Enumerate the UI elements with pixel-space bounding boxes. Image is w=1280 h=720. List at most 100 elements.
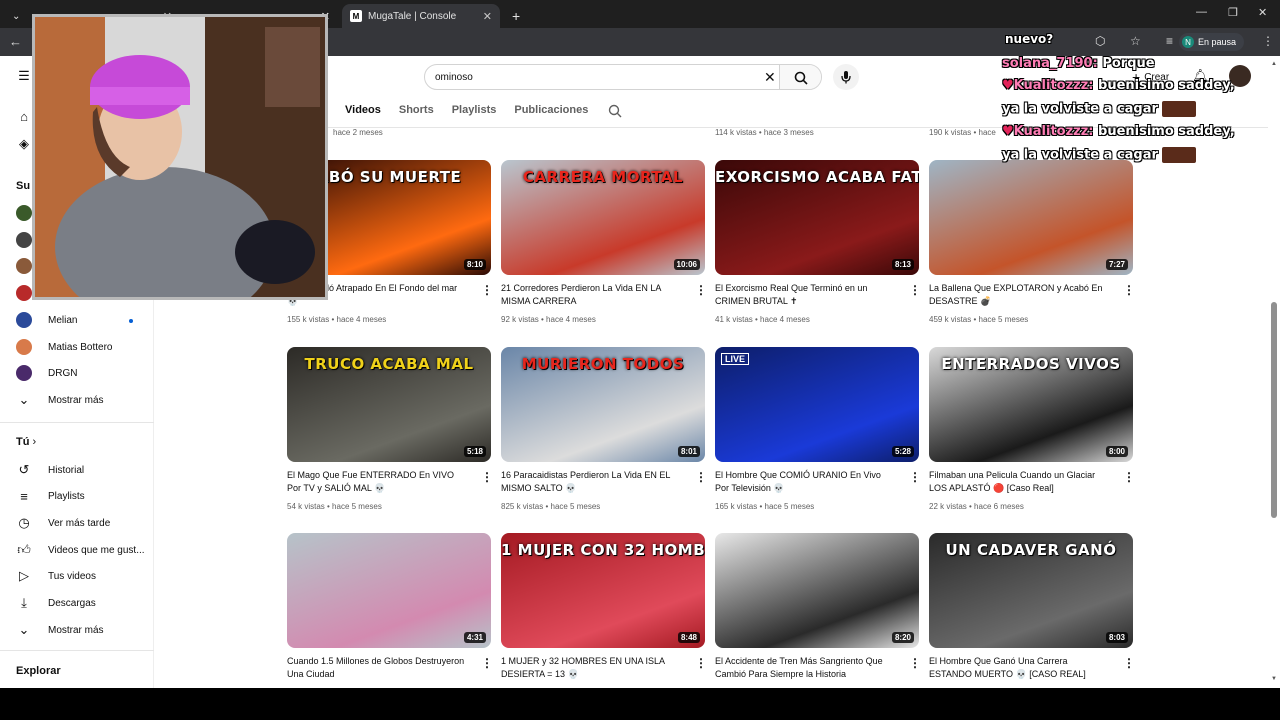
- video-card[interactable]: 8:20 El Accidente de Tren Más Sangriento …: [715, 533, 921, 688]
- more-actions-icon[interactable]: ⋮: [909, 470, 921, 484]
- sidebar-sub-drgn[interactable]: DRGN: [16, 363, 77, 383]
- tab-list-button[interactable]: ⌄: [4, 4, 20, 28]
- tab-posts[interactable]: Publicaciones: [514, 104, 588, 124]
- sidebar-item-liked-videos[interactable]: 👍︎ Videos que me gust...: [16, 540, 144, 560]
- more-actions-icon[interactable]: ⋮: [1123, 283, 1135, 297]
- scroll-up-icon[interactable]: ▲: [1271, 61, 1277, 67]
- new-tab-button[interactable]: +: [504, 4, 520, 28]
- video-title[interactable]: El Accidente de Tren Más Sangriento Que …: [715, 655, 895, 681]
- more-actions-icon[interactable]: ⋮: [1123, 470, 1135, 484]
- video-card[interactable]: 4:31 Cuando 1.5 Millones de Globos Destru…: [287, 533, 493, 688]
- video-thumbnail[interactable]: ENTERRADOS VIVOS 8:00: [929, 347, 1133, 462]
- chat-message: ya la volviste a cagar: [1002, 101, 1197, 117]
- video-thumbnail[interactable]: 4:31: [287, 533, 491, 648]
- sidebar-item-playlists[interactable]: ≡ Playlists: [16, 486, 84, 506]
- minimize-icon[interactable]: —: [1196, 6, 1207, 18]
- tab-shorts[interactable]: Shorts: [399, 104, 434, 124]
- thumbnail-overlay-text: 1 MUJER CON 32 HOMBRES: [501, 541, 705, 559]
- chat-message: ♥Kualitozzz: buenisimo saddey,: [1002, 78, 1235, 93]
- profile-paused-button[interactable]: N En pausa: [1178, 33, 1244, 51]
- video-thumbnail[interactable]: MURIERON TODOS 8:01: [501, 347, 705, 462]
- maximize-icon[interactable]: ❐: [1228, 6, 1238, 19]
- voice-search-button[interactable]: [833, 64, 859, 90]
- more-actions-icon[interactable]: ⋮: [695, 470, 707, 484]
- video-thumbnail[interactable]: UN CADAVER GANÓ 8:03: [929, 533, 1133, 648]
- video-title[interactable]: El Mago Que Fue ENTERRADO En VIVO Por TV…: [287, 469, 467, 495]
- close-icon[interactable]: ✕: [483, 10, 492, 23]
- sidebar-sub-avatar[interactable]: [16, 256, 32, 276]
- search-input[interactable]: [425, 65, 745, 89]
- video-thumbnail[interactable]: CARRERA MORTAL 10:06: [501, 160, 705, 275]
- more-actions-icon[interactable]: ⋮: [695, 656, 707, 670]
- back-arrow-icon[interactable]: ←: [9, 34, 22, 49]
- sidebar-sub-matias-bottero[interactable]: Matias Bottero: [16, 337, 112, 357]
- video-card[interactable]: ENTERRADOS VIVOS 8:00 Filmaban una Pelicul…: [929, 347, 1135, 517]
- video-thumbnail[interactable]: TRUCO ACABA MAL 5:18: [287, 347, 491, 462]
- page-scrollbar[interactable]: ▲ ▼: [1268, 56, 1280, 688]
- video-thumbnail[interactable]: EXORCISMO ACABA FATAL 8:13: [715, 160, 919, 275]
- media-control-icon[interactable]: ≡: [1166, 34, 1173, 48]
- bookmark-star-icon[interactable]: ☆: [1130, 34, 1141, 48]
- hamburger-menu-icon[interactable]: ☰: [16, 66, 32, 86]
- video-card[interactable]: 1 MUJER CON 32 HOMBRES 8:48 1 MUJER y 32 H…: [501, 533, 707, 688]
- more-actions-icon[interactable]: ⋮: [481, 283, 493, 297]
- sidebar-sub-avatar[interactable]: [16, 230, 32, 250]
- more-actions-icon[interactable]: ⋮: [695, 283, 707, 297]
- sidebar-item-downloads[interactable]: ⤓ Descargas: [16, 593, 96, 613]
- more-actions-icon[interactable]: ⋮: [909, 283, 921, 297]
- sidebar-sub-melian[interactable]: Melian: [16, 310, 77, 330]
- subscriptions-heading[interactable]: Su: [16, 180, 30, 192]
- more-actions-icon[interactable]: ⋮: [481, 470, 493, 484]
- extension-icon[interactable]: ⬡: [1095, 34, 1105, 48]
- you-heading[interactable]: Tú ›: [16, 436, 36, 448]
- more-actions-icon[interactable]: ⋮: [909, 656, 921, 670]
- video-card[interactable]: 7:27 La Ballena Que EXPLOTARON y Acabó En…: [929, 160, 1135, 330]
- tab-playlists[interactable]: Playlists: [452, 104, 497, 124]
- scrollbar-thumb[interactable]: [1271, 302, 1277, 518]
- search-icon: [794, 71, 808, 85]
- video-title[interactable]: 21 Corredores Perdieron La Vida EN LA MI…: [501, 282, 681, 308]
- video-card[interactable]: MURIERON TODOS 8:01 16 Paracaidistas Perdi…: [501, 347, 707, 517]
- video-title[interactable]: El Exorcismo Real Que Terminó en un CRIM…: [715, 282, 895, 308]
- more-actions-icon[interactable]: ⋮: [481, 656, 493, 670]
- video-thumbnail[interactable]: 7:27: [929, 160, 1133, 275]
- show-more-you[interactable]: ⌄ Mostrar más: [16, 620, 104, 640]
- video-card[interactable]: LIVE 5:28 El Hombre Que COMIÓ URANIO En Vi…: [715, 347, 921, 517]
- video-title[interactable]: La Ballena Que EXPLOTARON y Acabó En DES…: [929, 282, 1109, 308]
- video-thumbnail[interactable]: 1 MUJER CON 32 HOMBRES 8:48: [501, 533, 705, 648]
- video-meta: 54 k vistas • hace 5 meses: [287, 502, 382, 511]
- video-thumbnail[interactable]: 8:20: [715, 533, 919, 648]
- browser-menu-icon[interactable]: ⋮: [1262, 34, 1274, 48]
- video-title[interactable]: 16 Paracaidistas Perdieron La Vida EN EL…: [501, 469, 681, 495]
- scroll-down-icon[interactable]: ▼: [1271, 676, 1277, 682]
- sidebar-item-your-videos[interactable]: ▷ Tus videos: [16, 566, 96, 586]
- window-close-icon[interactable]: ✕: [1258, 6, 1267, 19]
- video-card[interactable]: EXORCISMO ACABA FATAL 8:13 El Exorcismo Re…: [715, 160, 921, 330]
- video-title[interactable]: Cuando 1.5 Millones de Globos Destruyero…: [287, 655, 467, 681]
- browser-tab-3[interactable]: M MugaTale | Console ✕: [342, 4, 500, 28]
- video-title[interactable]: El Hombre Que COMIÓ URANIO En Vivo Por T…: [715, 469, 895, 495]
- show-more-subscriptions[interactable]: ⌄ Mostrar más: [16, 390, 104, 410]
- video-thumbnail[interactable]: LIVE 5:28: [715, 347, 919, 462]
- tab-videos[interactable]: Videos: [345, 104, 381, 124]
- chat-emote-image: [1162, 101, 1197, 117]
- clear-search-icon[interactable]: ✕: [764, 69, 776, 86]
- sidebar-sub-avatar[interactable]: [16, 283, 32, 303]
- tab-title: MugaTale | Console: [368, 10, 457, 22]
- video-card[interactable]: UN CADAVER GANÓ 8:03 El Hombre Que Ganó Un…: [929, 533, 1135, 688]
- shorts-icon[interactable]: ◈: [16, 134, 32, 154]
- home-icon[interactable]: ⌂: [16, 106, 32, 126]
- video-title[interactable]: Filmaban una Pelicula Cuando un Glaciar …: [929, 469, 1109, 495]
- video-title[interactable]: 1 MUJER y 32 HOMBRES EN UNA ISLA DESIERT…: [501, 655, 681, 681]
- video-card[interactable]: TRUCO ACABA MAL 5:18 El Mago Que Fue ENTER…: [287, 347, 493, 517]
- streamer-webcam-image: [35, 17, 325, 297]
- channel-search-icon[interactable]: [608, 104, 622, 118]
- sidebar-item-watch-later[interactable]: ◷ Ver más tarde: [16, 513, 110, 533]
- more-actions-icon[interactable]: ⋮: [1123, 656, 1135, 670]
- video-duration: 5:18: [463, 446, 486, 457]
- video-title[interactable]: El Hombre Que Ganó Una Carrera ESTANDO M…: [929, 655, 1109, 681]
- sidebar-sub-avatar[interactable]: [16, 203, 32, 223]
- video-card[interactable]: CARRERA MORTAL 10:06 21 Corredores Perdier…: [501, 160, 707, 330]
- sidebar-item-history[interactable]: ↺ Historial: [16, 460, 85, 480]
- search-button[interactable]: [779, 65, 821, 89]
